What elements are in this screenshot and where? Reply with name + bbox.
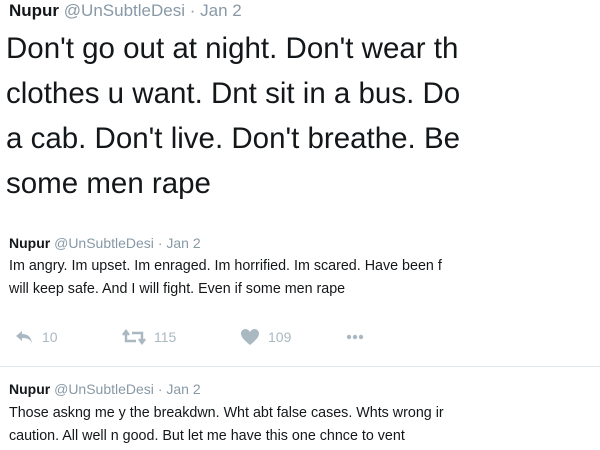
more-icon bbox=[346, 334, 364, 340]
tweet-header: Nupur @UnSubtleDesi · Jan 2 bbox=[9, 234, 201, 252]
like-count: 109 bbox=[268, 329, 292, 345]
more-button[interactable] bbox=[346, 322, 364, 352]
tweet-text-line: Those askng me y the breakdwn. Wht abt f… bbox=[9, 405, 444, 421]
tweet-date[interactable]: Jan 2 bbox=[166, 381, 200, 397]
tweet-date[interactable]: Jan 2 bbox=[200, 1, 242, 20]
author-handle[interactable]: @UnSubtleDesi bbox=[54, 235, 154, 251]
tweet-text-line: a cab. Don't live. Don't breathe. Be bbox=[6, 122, 461, 155]
tweet-text-line: caution. All well n good. But let me hav… bbox=[9, 428, 405, 444]
reply-count: 10 bbox=[42, 329, 58, 345]
tweet-text-line: will keep safe. And I will fight. Even i… bbox=[9, 281, 346, 297]
tweet-header: Nupur @UnSubtleDesi · Jan 2 bbox=[9, 380, 201, 398]
author-name[interactable]: Nupur bbox=[9, 381, 50, 397]
reply-button[interactable]: 10 bbox=[14, 322, 58, 352]
tweet-header: Nupur @UnSubtleDesi · Jan 2 bbox=[9, 0, 242, 22]
author-handle[interactable]: @UnSubtleDesi bbox=[54, 381, 154, 397]
author-name[interactable]: Nupur bbox=[9, 1, 59, 20]
author-handle[interactable]: @UnSubtleDesi bbox=[64, 1, 185, 20]
tweet-text-line: Im angry. Im upset. Im enraged. Im horri… bbox=[9, 258, 442, 274]
tweet-divider bbox=[0, 366, 600, 367]
like-button[interactable]: 109 bbox=[240, 322, 291, 352]
retweet-count: 115 bbox=[154, 329, 177, 345]
tweet-text-line: clothes u want. Dnt sit in a bus. Do bbox=[6, 77, 461, 110]
separator-dot: · bbox=[189, 1, 196, 20]
author-name[interactable]: Nupur bbox=[9, 235, 50, 251]
separator-dot: · bbox=[157, 235, 163, 251]
retweet-icon bbox=[122, 329, 146, 345]
retweet-button[interactable]: 115 bbox=[122, 322, 176, 352]
tweet-text-line: some men rape bbox=[6, 167, 211, 200]
separator-dot: · bbox=[157, 381, 163, 397]
tweet-text-line: Don't go out at night. Don't wear th bbox=[6, 32, 459, 65]
tweet-date[interactable]: Jan 2 bbox=[166, 235, 200, 251]
reply-icon bbox=[14, 329, 34, 345]
heart-icon bbox=[240, 328, 260, 346]
